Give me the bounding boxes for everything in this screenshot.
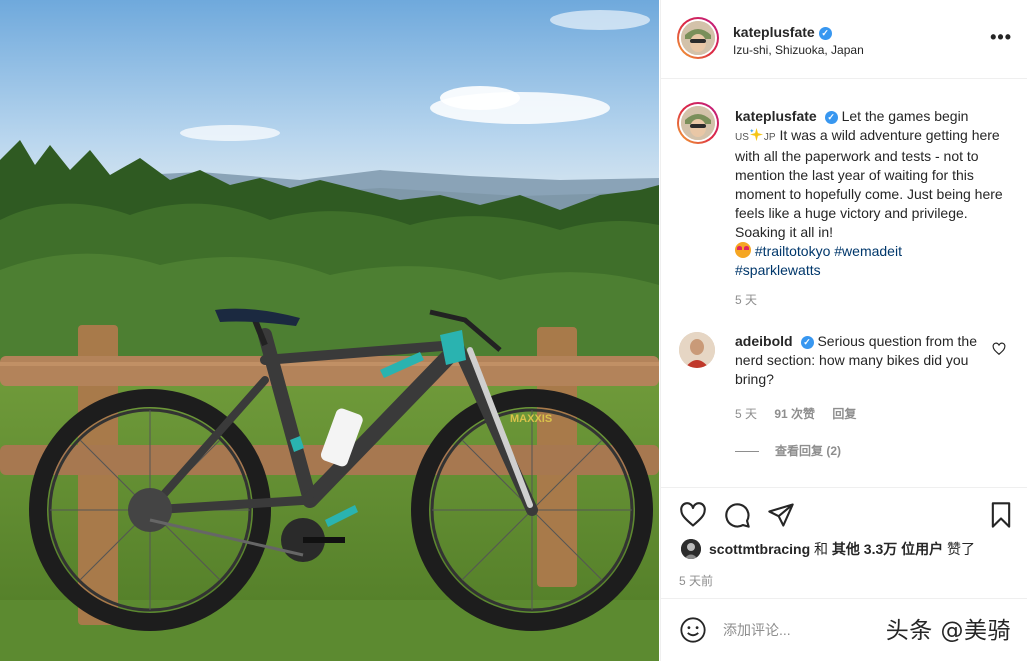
hashtag-link[interactable]: #wemadeit [834, 243, 902, 259]
divider-line [735, 451, 759, 453]
caption-time[interactable]: 5 天 [735, 291, 757, 308]
svg-text:MAXXIS: MAXXIS [510, 413, 552, 425]
likes-and: 和 [814, 541, 829, 557]
post-header: kateplusfate ✓ Izu-shi, Shizuoka, Japan •… [661, 0, 1027, 79]
comment-meta: 5 天 91 次赞 回复 [735, 405, 870, 422]
avatar[interactable] [677, 17, 719, 59]
post-photo[interactable]: MAXXIS [0, 0, 659, 661]
emoji-picker-icon[interactable] [679, 616, 707, 644]
hashtag-link[interactable]: #sparklewatts [735, 262, 821, 278]
verified-badge-icon: ✓ [800, 336, 814, 349]
flag-jp-icon: JP [763, 132, 776, 143]
comments-section: kateplusfate ✓ Let the games begin US JP I… [661, 80, 1027, 488]
save-bookmark-icon[interactable] [987, 501, 1015, 529]
flag-us-icon: US [735, 132, 749, 143]
view-replies-button[interactable]: 查看回复 (2) [735, 442, 841, 459]
share-paper-plane-icon[interactable] [767, 501, 795, 529]
caption-line-1: Let the games begin [841, 108, 969, 124]
likes-summary[interactable]: scottmtbracing 和 其他 3.3万 位用户 赞了 [681, 539, 975, 559]
post-timestamp[interactable]: 5 天前 [679, 572, 713, 589]
commenter-avatar[interactable] [679, 332, 715, 368]
comment-time[interactable]: 5 天 [735, 407, 757, 421]
author-username[interactable]: kateplusfate [733, 24, 815, 40]
like-heart-icon[interactable] [679, 501, 707, 529]
caption-avatar[interactable] [677, 102, 719, 144]
bike-photo-illustration: MAXXIS [0, 0, 659, 661]
reply-button[interactable]: 回复 [832, 407, 856, 421]
post-actions: scottmtbracing 和 其他 3.3万 位用户 赞了 5 天前 [661, 488, 1027, 598]
verified-badge-icon: ✓ [824, 111, 838, 124]
comment-likes-count[interactable]: 91 次赞 [774, 407, 815, 421]
avatar-photo-icon [681, 21, 715, 55]
caption-body: It was a wild adventure getting here wit… [735, 127, 1003, 240]
liker-avatar [681, 539, 701, 559]
post-location[interactable]: Izu-shi, Shizuoka, Japan [733, 43, 864, 57]
verified-badge-icon: ✓ [818, 27, 832, 40]
likes-others[interactable]: 其他 3.3万 位用户 [832, 539, 943, 559]
post-side-panel: kateplusfate ✓ Izu-shi, Shizuoka, Japan •… [660, 0, 1027, 661]
caption-text: kateplusfate ✓ Let the games begin US JP I… [735, 107, 1005, 280]
heart-eyes-emoji-icon [735, 242, 751, 258]
commenter-avatar-photo-icon [679, 332, 715, 368]
hashtag-link[interactable]: #trailtotokyo [755, 243, 830, 259]
caption-avatar-photo-icon [681, 106, 715, 140]
watermark-text: 头条 @美骑 [885, 618, 1011, 644]
liker-username[interactable]: scottmtbracing [709, 541, 810, 557]
caption-username[interactable]: kateplusfate [735, 108, 817, 124]
commenter-username[interactable]: adeibold [735, 333, 793, 349]
comment-text: adeibold ✓ Serious question from the nerd… [735, 332, 977, 389]
post-author[interactable]: kateplusfate ✓ [733, 24, 832, 42]
more-options-button[interactable]: ••• [990, 28, 1012, 46]
view-replies-label: 查看回复 (2) [775, 444, 842, 458]
likes-liked: 赞了 [947, 541, 976, 557]
comment-bubble-icon[interactable] [723, 501, 751, 529]
sparkles-icon [749, 127, 763, 142]
comment-input[interactable] [723, 619, 903, 641]
like-comment-heart-icon[interactable] [992, 342, 1006, 356]
liker-avatar-photo-icon [681, 539, 701, 559]
